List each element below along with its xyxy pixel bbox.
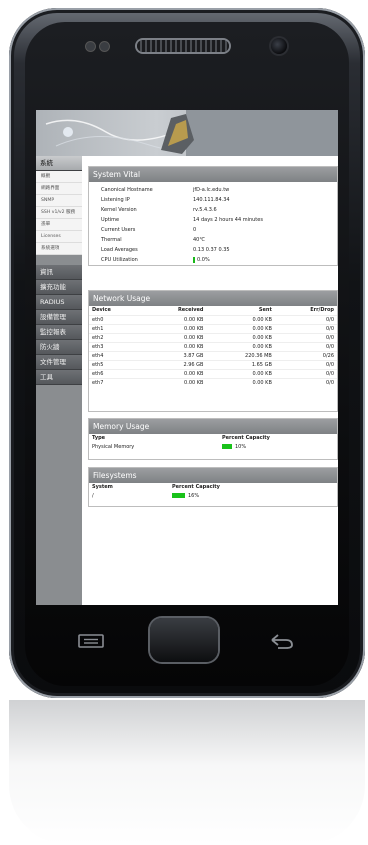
network-usage-table: Device Received Sent Err/Drop eth0 0.00 K…	[89, 306, 337, 387]
memory-usage-panel: Memory Usage Type Percent Capacity Physi…	[88, 418, 338, 460]
vital-row-uptime: Uptime 14 days 2 hours 44 minutes	[101, 217, 263, 223]
menu-icon[interactable]	[76, 633, 106, 649]
table-row: eth4 3.87 GB 220.36 MB 0/26	[89, 350, 337, 360]
main-content: System Vital Canonical Hostname jfD-a.lc.…	[82, 156, 338, 605]
sidebar-subitem-system-options[interactable]: 系統選項	[36, 243, 82, 255]
sidebar-item-file-management[interactable]: 文件管理	[36, 355, 82, 370]
phone-screen: 系統 概觀 網路界面 SNMP SSH v1/v2 服務 憑單 Licenses…	[36, 110, 338, 605]
phone-reflection	[9, 700, 365, 845]
cpu-usage-bar	[193, 256, 195, 263]
table-row: eth6 0.00 KB 0.00 KB 0/0	[89, 368, 337, 378]
sidebar-item-radius[interactable]: RADIUS	[36, 295, 82, 310]
table-header-row: Device Received Sent Err/Drop	[89, 306, 337, 315]
vital-row-users: Current Users 0	[101, 227, 197, 233]
sidebar-item-device-management[interactable]: 設備管理	[36, 310, 82, 325]
column-header: Device	[92, 307, 111, 314]
earpiece-speaker	[137, 40, 229, 52]
system-vital-title: System Vital	[89, 167, 337, 182]
sidebar-subitem-licenses[interactable]: Licenses	[36, 231, 82, 243]
proximity-sensor	[86, 42, 95, 51]
sidebar-spacer	[36, 255, 82, 265]
memory-header-row: Type Percent Capacity	[92, 435, 270, 441]
sidebar-subitem-certificates[interactable]: 憑單	[36, 219, 82, 231]
sidebar-subitem-network-interface[interactable]: 網路界面	[36, 183, 82, 195]
sidebar-subitem-overview[interactable]: 概觀	[36, 171, 82, 183]
table-row: eth7 0.00 KB 0.00 KB 0/0	[89, 377, 337, 387]
sidebar-item-firewall[interactable]: 防火牆	[36, 340, 82, 355]
system-vital-panel: System Vital Canonical Hostname jfD-a.lc.…	[88, 166, 338, 266]
banner-graphic-icon	[45, 110, 338, 156]
vital-row-listening-ip: Listening IP 140.111.84.34	[101, 197, 230, 203]
network-usage-panel: Network Usage Device Received Sent Err/D…	[88, 290, 338, 412]
system-vital-list: Canonical Hostname jfD-a.lc.edu.tw Listen…	[89, 182, 337, 265]
column-header: Received	[177, 307, 204, 314]
memory-percent-bar	[222, 444, 232, 449]
filesystem-percent-bar	[172, 493, 185, 498]
filesystem-row: / 16%	[92, 493, 200, 499]
sidebar-item-tools[interactable]: 工具	[36, 370, 82, 385]
vital-row-kernel: Kernel Version rv.5.4.3.6	[101, 207, 217, 213]
table-row: eth3 0.00 KB 0.00 KB 0/0	[89, 341, 337, 351]
front-camera	[271, 38, 287, 54]
sidebar-item-system[interactable]: 系統	[36, 156, 82, 171]
memory-row: Physical Memory 10%	[92, 444, 247, 450]
column-header: Err/Drop	[310, 307, 334, 314]
light-sensor	[100, 42, 109, 51]
table-row: eth1 0.00 KB 0.00 KB 0/0	[89, 323, 337, 333]
column-header: Sent	[258, 307, 272, 314]
header-banner	[36, 110, 338, 156]
home-button[interactable]	[150, 618, 218, 662]
table-row: eth5 2.96 GB 1.65 GB 0/0	[89, 359, 337, 369]
sidebar-subitem-ssh[interactable]: SSH v1/v2 服務	[36, 207, 82, 219]
memory-usage-title: Memory Usage	[89, 419, 337, 434]
sidebar-item-info[interactable]: 資訊	[36, 265, 82, 280]
filesystems-title: Filesystems	[89, 468, 337, 483]
filesystems-header-row: System Percent Capacity	[92, 484, 220, 490]
filesystems-panel: Filesystems System Percent Capacity / 16…	[88, 467, 338, 507]
vital-row-load: Load Averages 0.13 0.37 0.35	[101, 247, 230, 253]
network-usage-title: Network Usage	[89, 291, 337, 306]
vital-row-thermal: Thermal 40℃	[101, 237, 205, 243]
back-arrow-icon[interactable]	[266, 631, 296, 651]
table-row: eth2 0.00 KB 0.00 KB 0/0	[89, 332, 337, 342]
vital-row-hostname: Canonical Hostname jfD-a.lc.edu.tw	[101, 187, 230, 193]
sidebar-item-monitoring-reports[interactable]: 監控報表	[36, 325, 82, 340]
table-row: eth0 0.00 KB 0.00 KB 0/0	[89, 314, 337, 324]
sidebar-subitem-snmp[interactable]: SNMP	[36, 195, 82, 207]
vital-row-cpu: CPU Utilization 0.0%	[101, 256, 210, 263]
sidebar-nav: 系統 概觀 網路界面 SNMP SSH v1/v2 服務 憑單 Licenses…	[36, 156, 82, 605]
sidebar-item-extensions[interactable]: 擴充功能	[36, 280, 82, 295]
